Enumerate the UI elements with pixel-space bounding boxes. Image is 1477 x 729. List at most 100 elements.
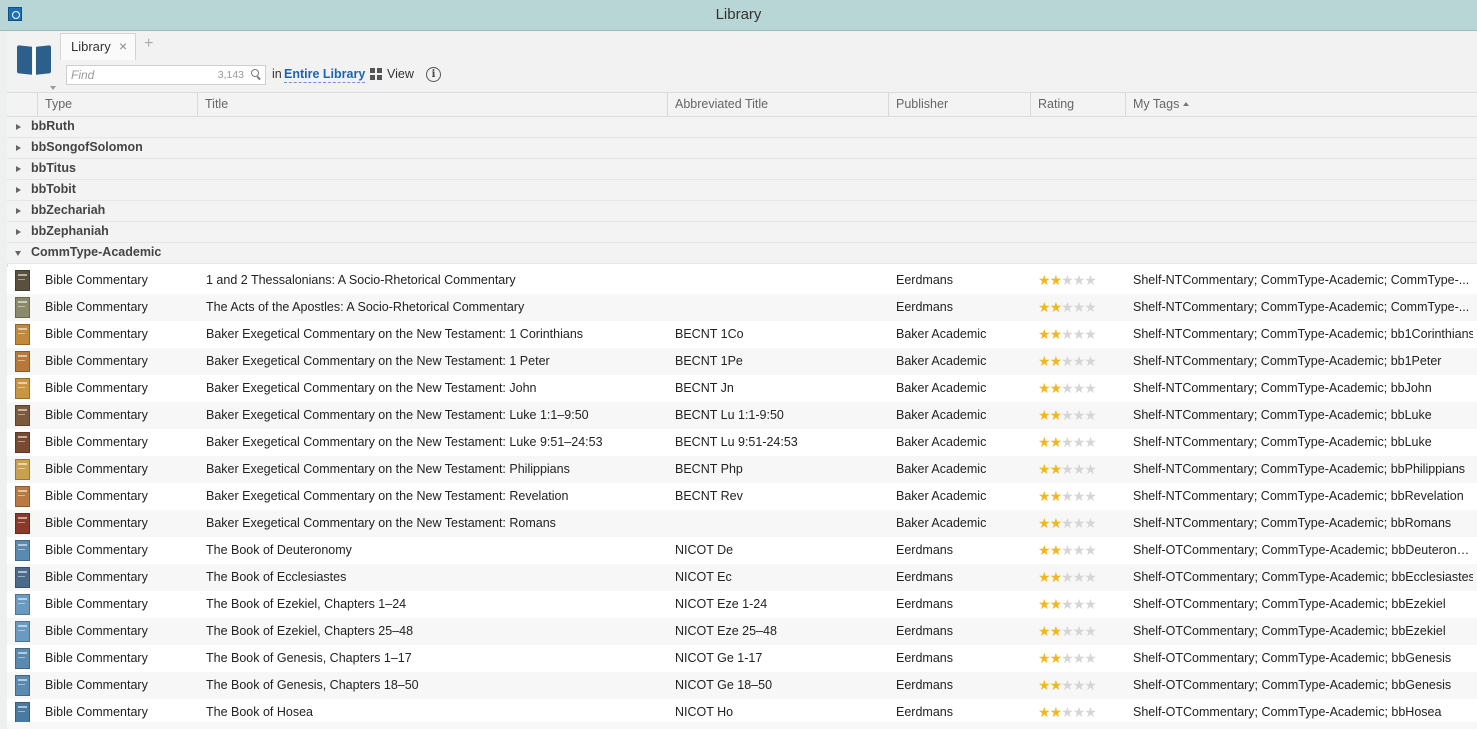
rating-star-icon[interactable]: ★ — [1061, 569, 1074, 585]
rating-star-icon[interactable]: ★ — [1084, 488, 1097, 504]
rating-star-icon[interactable]: ★ — [1061, 677, 1074, 693]
rating-star-icon[interactable]: ★ — [1084, 407, 1097, 423]
column-header-publisher[interactable]: Publisher — [888, 93, 1031, 116]
rating-star-icon[interactable]: ★ — [1073, 461, 1086, 477]
rating-star-icon[interactable]: ★ — [1038, 677, 1051, 693]
rating-star-icon[interactable]: ★ — [1038, 623, 1051, 639]
column-header-abbreviated-title[interactable]: Abbreviated Title — [667, 93, 889, 116]
table-row[interactable]: Bible Commentary Baker Exegetical Comment… — [7, 429, 1477, 456]
rating-star-icon[interactable]: ★ — [1073, 596, 1086, 612]
rating-star-icon[interactable]: ★ — [1038, 461, 1051, 477]
rating-star-icon[interactable]: ★ — [1050, 515, 1063, 531]
table-row[interactable]: Bible Commentary The Book of Ecclesiastes… — [7, 564, 1477, 591]
rating-star-icon[interactable]: ★ — [1084, 326, 1097, 342]
table-row[interactable]: Bible Commentary The Acts of the Apostles… — [7, 294, 1477, 321]
rating-stars[interactable]: ★★★★★ — [1038, 596, 1097, 612]
info-icon[interactable]: i — [426, 67, 441, 82]
rating-star-icon[interactable]: ★ — [1061, 704, 1074, 720]
rating-star-icon[interactable]: ★ — [1038, 407, 1051, 423]
rating-star-icon[interactable]: ★ — [1073, 515, 1086, 531]
rating-stars[interactable]: ★★★★★ — [1038, 569, 1097, 585]
table-row[interactable]: Bible Commentary 1 and 2 Thessalonians: A… — [7, 267, 1477, 294]
table-row[interactable]: Bible Commentary Baker Exegetical Comment… — [7, 402, 1477, 429]
rating-star-icon[interactable]: ★ — [1038, 272, 1051, 288]
group-row[interactable]: bbTobit — [7, 180, 1477, 201]
rating-stars[interactable]: ★★★★★ — [1038, 461, 1097, 477]
table-row[interactable]: Bible Commentary The Book of Ezekiel, Cha… — [7, 618, 1477, 645]
rating-star-icon[interactable]: ★ — [1038, 380, 1051, 396]
rating-star-icon[interactable]: ★ — [1073, 650, 1086, 666]
rating-star-icon[interactable]: ★ — [1050, 461, 1063, 477]
rating-star-icon[interactable]: ★ — [1038, 353, 1051, 369]
expand-arrow-icon[interactable] — [16, 166, 21, 172]
rating-star-icon[interactable]: ★ — [1061, 380, 1074, 396]
rating-stars[interactable]: ★★★★★ — [1038, 272, 1097, 288]
rating-star-icon[interactable]: ★ — [1073, 623, 1086, 639]
expand-arrow-icon[interactable] — [16, 229, 21, 235]
rating-star-icon[interactable]: ★ — [1073, 299, 1086, 315]
rating-stars[interactable]: ★★★★★ — [1038, 677, 1097, 693]
rating-stars[interactable]: ★★★★★ — [1038, 542, 1097, 558]
scope-link[interactable]: Entire Library — [284, 67, 366, 83]
rating-star-icon[interactable]: ★ — [1038, 326, 1051, 342]
rating-star-icon[interactable]: ★ — [1073, 380, 1086, 396]
rating-star-icon[interactable]: ★ — [1084, 434, 1097, 450]
rating-star-icon[interactable]: ★ — [1050, 596, 1063, 612]
rating-star-icon[interactable]: ★ — [1038, 542, 1051, 558]
rating-star-icon[interactable]: ★ — [1061, 461, 1074, 477]
rating-star-icon[interactable]: ★ — [1084, 353, 1097, 369]
rating-star-icon[interactable]: ★ — [1084, 623, 1097, 639]
table-row[interactable]: Bible Commentary Baker Exegetical Comment… — [7, 456, 1477, 483]
find-input[interactable] — [71, 67, 211, 83]
rating-star-icon[interactable]: ★ — [1061, 326, 1074, 342]
rating-star-icon[interactable]: ★ — [1050, 407, 1063, 423]
rating-star-icon[interactable]: ★ — [1084, 650, 1097, 666]
group-row[interactable]: bbRuth — [7, 117, 1477, 138]
rating-star-icon[interactable]: ★ — [1061, 542, 1074, 558]
rating-stars[interactable]: ★★★★★ — [1038, 407, 1097, 423]
rating-star-icon[interactable]: ★ — [1061, 299, 1074, 315]
rating-stars[interactable]: ★★★★★ — [1038, 380, 1097, 396]
rating-stars[interactable]: ★★★★★ — [1038, 515, 1097, 531]
new-tab-button[interactable]: + — [144, 35, 153, 53]
table-row[interactable]: Bible Commentary The Book of Genesis, Cha… — [7, 672, 1477, 699]
rating-star-icon[interactable]: ★ — [1061, 596, 1074, 612]
rating-stars[interactable]: ★★★★★ — [1038, 704, 1097, 720]
rating-star-icon[interactable]: ★ — [1084, 461, 1097, 477]
panel-menu-caret-icon[interactable] — [50, 86, 56, 90]
table-row[interactable]: Bible Commentary The Book of Ezekiel, Cha… — [7, 591, 1477, 618]
rating-star-icon[interactable]: ★ — [1038, 515, 1051, 531]
tab-library[interactable]: Library × — [60, 33, 136, 60]
column-header-title[interactable]: Title — [197, 93, 668, 116]
rating-stars[interactable]: ★★★★★ — [1038, 623, 1097, 639]
rating-star-icon[interactable]: ★ — [1050, 569, 1063, 585]
rating-star-icon[interactable]: ★ — [1073, 488, 1086, 504]
rating-star-icon[interactable]: ★ — [1038, 434, 1051, 450]
rating-star-icon[interactable]: ★ — [1038, 650, 1051, 666]
group-row[interactable]: bbSongofSolomon — [7, 138, 1477, 159]
rating-star-icon[interactable]: ★ — [1038, 299, 1051, 315]
rating-star-icon[interactable]: ★ — [1073, 569, 1086, 585]
group-row[interactable]: bbTitus — [7, 159, 1477, 180]
rating-star-icon[interactable]: ★ — [1073, 353, 1086, 369]
rating-star-icon[interactable]: ★ — [1084, 704, 1097, 720]
rating-star-icon[interactable]: ★ — [1061, 650, 1074, 666]
group-row-expanded[interactable]: CommType-Academic — [7, 243, 1477, 264]
rating-star-icon[interactable]: ★ — [1073, 272, 1086, 288]
rating-stars[interactable]: ★★★★★ — [1038, 299, 1097, 315]
collapse-arrow-icon[interactable] — [15, 251, 21, 256]
rating-star-icon[interactable]: ★ — [1084, 272, 1097, 288]
column-header-type[interactable]: Type — [37, 93, 198, 116]
rating-star-icon[interactable]: ★ — [1038, 704, 1051, 720]
rating-star-icon[interactable]: ★ — [1061, 515, 1074, 531]
rating-star-icon[interactable]: ★ — [1061, 623, 1074, 639]
rating-star-icon[interactable]: ★ — [1073, 407, 1086, 423]
rating-star-icon[interactable]: ★ — [1061, 353, 1074, 369]
rating-star-icon[interactable]: ★ — [1061, 488, 1074, 504]
table-row[interactable]: Bible Commentary The Book of Deuteronomy N… — [7, 537, 1477, 564]
search-icon[interactable] — [251, 69, 260, 78]
expand-arrow-icon[interactable] — [16, 145, 21, 151]
close-icon[interactable]: × — [119, 38, 127, 54]
rating-star-icon[interactable]: ★ — [1084, 515, 1097, 531]
rating-stars[interactable]: ★★★★★ — [1038, 434, 1097, 450]
